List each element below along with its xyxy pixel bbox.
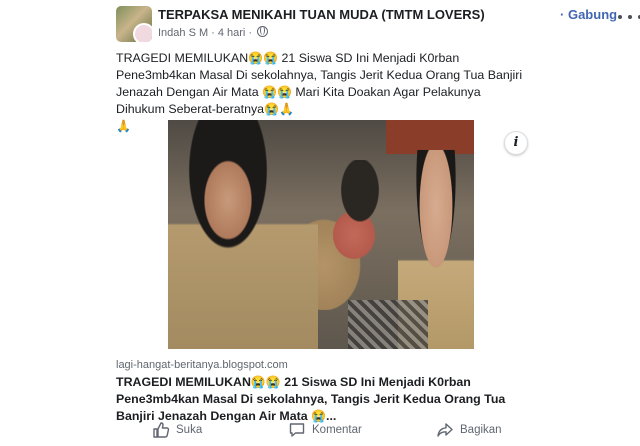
like-icon: [153, 422, 170, 438]
group-avatar[interactable]: [116, 6, 152, 42]
join-group-link[interactable]: · Gabung: [560, 7, 617, 22]
post-timestamp[interactable]: 4 hari: [218, 27, 246, 39]
join-label[interactable]: Gabung: [568, 7, 617, 22]
post-meta: Indah S M · 4 hari ·: [158, 26, 269, 39]
comment-icon: [289, 423, 305, 437]
photo-bag: [348, 300, 428, 349]
group-name-link[interactable]: TERPAKSA MENIKAHI TUAN MUDA (TMTM LOVERS…: [158, 7, 485, 22]
like-button[interactable]: Suka: [152, 418, 202, 442]
meta-dot: ·: [211, 27, 215, 39]
join-separator: ·: [560, 7, 565, 22]
author-name[interactable]: Indah S M: [158, 27, 208, 39]
crying-emoji-icon: 😭😭: [262, 85, 292, 99]
like-label: Suka: [176, 424, 203, 436]
post-header: TERPAKSA MENIKAHI TUAN MUDA (TMTM LOVERS…: [116, 6, 640, 46]
link-preview-image[interactable]: [168, 120, 474, 349]
more-options-icon[interactable]: [618, 8, 640, 26]
author-avatar[interactable]: [133, 23, 152, 42]
share-button[interactable]: Bagikan: [436, 418, 502, 442]
share-icon: [437, 423, 453, 437]
crying-emoji-icon: 😭😭: [250, 375, 281, 389]
post-actions-bar: Suka Komentar Bagikan: [116, 418, 528, 442]
photo-student-left: [168, 120, 318, 349]
globe-icon: [257, 26, 269, 37]
photo-wall: [386, 120, 474, 154]
post-text-part: TRAGEDI MEMILUKAN: [116, 51, 249, 65]
info-icon[interactable]: i: [504, 131, 528, 155]
praying-hands-emoji-icon: 🙏: [116, 119, 131, 133]
comment-button[interactable]: Komentar: [288, 418, 362, 442]
crying-emoji-icon: 😭🙏: [264, 102, 294, 116]
crying-emoji-icon: 😭😭: [248, 51, 279, 65]
link-title-part: TRAGEDI MEMILUKAN: [116, 375, 251, 389]
share-label: Bagikan: [460, 424, 502, 436]
comment-label: Komentar: [312, 424, 362, 436]
link-domain[interactable]: lagi-hangat-beritanya.blogspot.com: [116, 359, 288, 371]
meta-dot-2: ·: [248, 27, 253, 39]
